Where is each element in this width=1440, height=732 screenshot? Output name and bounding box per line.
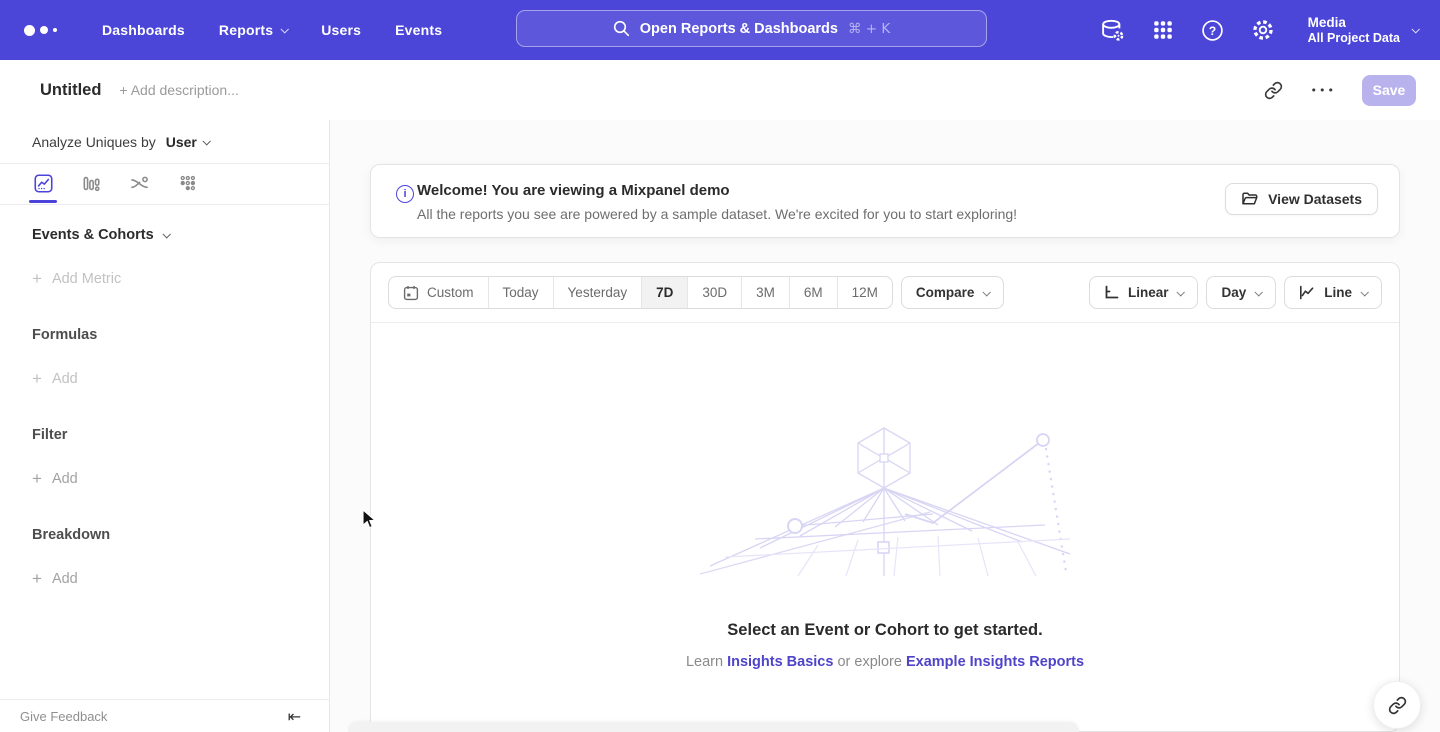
report-description-placeholder[interactable]: + Add description... [119,82,238,98]
range-custom[interactable]: Custom [389,277,488,308]
svg-text:?: ? [1209,23,1216,37]
top-nav: Dashboards Reports Users Events Open Rep… [0,0,1440,60]
report-header: Untitled + Add description... ••• Save [0,60,1440,120]
tab-scatter-chart[interactable] [174,174,200,204]
events-cohorts-section[interactable]: Events & Cohorts [32,227,329,243]
data-management-icon[interactable] [1100,17,1126,43]
chart-type-dropdown[interactable]: Line [1284,276,1382,309]
range-30d[interactable]: 30D [687,277,741,308]
breakdown-section-title: Breakdown [32,527,329,543]
project-scope: All Project Data [1308,31,1400,46]
axes-icon [1104,285,1119,300]
info-icon: i [396,185,414,203]
calendar-icon [403,285,419,301]
compare-dropdown[interactable]: Compare [901,276,1005,309]
scatter-chart-icon [178,174,197,193]
plus-icon: + [32,469,42,489]
plus-icon: + [32,569,42,589]
report-title[interactable]: Untitled [40,81,101,100]
plus-icon: + [32,269,42,289]
insights-report-card: Custom Today Yesterday 7D 30D 3M 6M 12M … [370,262,1400,732]
chevron-down-icon [162,230,170,238]
apps-grid-icon[interactable] [1150,17,1176,43]
empty-state-illustration [700,426,1070,576]
more-options-icon[interactable]: ••• [1311,84,1336,97]
nav-reports[interactable]: Reports [219,22,287,38]
help-icon[interactable]: ? [1200,17,1226,43]
settings-gear-icon[interactable] [1250,17,1276,43]
formulas-section-title: Formulas [32,327,329,343]
range-7d[interactable]: 7D [641,277,687,308]
bottom-panel-edge[interactable] [348,722,1079,732]
empty-state: Select an Event or Cohort to get started… [371,323,1399,670]
add-filter-button[interactable]: + Add [32,469,329,489]
nav-dashboards[interactable]: Dashboards [102,22,185,38]
scale-dropdown[interactable]: Linear [1089,276,1199,309]
folder-icon [1241,190,1259,208]
range-today[interactable]: Today [488,277,553,308]
plus-icon: + [32,369,42,389]
bar-chart-icon [82,174,101,193]
view-datasets-button[interactable]: View Datasets [1225,183,1378,215]
sidebar-footer: Give Feedback ⇤ [0,699,329,732]
project-selector[interactable]: Media All Project Data [1308,14,1418,46]
search-placeholder: Open Reports & Dashboards [640,21,838,37]
range-6m[interactable]: 6M [789,277,837,308]
search-icon [613,20,630,37]
example-insights-reports-link[interactable]: Example Insights Reports [906,654,1084,670]
add-metric-button[interactable]: + Add Metric [32,269,329,289]
nav-users[interactable]: Users [321,22,361,38]
range-3m[interactable]: 3M [741,277,789,308]
mixpanel-logo-icon[interactable] [24,25,68,36]
analyze-prefix: Analyze Uniques by [32,134,156,150]
analyze-by-row: Analyze Uniques by User [0,120,329,163]
interval-dropdown[interactable]: Day [1206,276,1276,309]
tab-bar-chart[interactable] [78,174,104,204]
chevron-down-icon [281,25,289,33]
project-name: Media [1308,14,1400,31]
copy-link-icon[interactable] [1263,79,1285,101]
filter-section-title: Filter [32,427,329,443]
chart-type-tabs [0,163,329,205]
link-icon [1388,696,1407,715]
chevron-down-icon [983,288,991,296]
flow-chart-icon [130,174,149,193]
date-range-selector: Custom Today Yesterday 7D 30D 3M 6M 12M [388,276,893,309]
banner-title: Welcome! You are viewing a Mixpanel demo [417,182,730,199]
welcome-banner: i Welcome! You are viewing a Mixpanel de… [370,164,1400,238]
chevron-down-icon [1411,25,1419,33]
nav-events[interactable]: Events [395,22,442,38]
tab-flow-chart[interactable] [126,174,152,204]
analyze-value-dropdown[interactable]: User [166,134,197,150]
banner-subtitle: All the reports you see are powered by a… [417,206,1017,222]
collapse-sidebar-icon[interactable]: ⇤ [288,707,301,726]
mixpanel-insights-page: Dashboards Reports Users Events Open Rep… [0,0,1440,732]
query-builder-sidebar: Analyze Uniques by User Events [0,120,330,732]
chevron-down-icon [1255,288,1263,296]
search-shortcut: ⌘ + K [848,21,890,37]
global-search-input[interactable]: Open Reports & Dashboards ⌘ + K [516,10,987,47]
chevron-down-icon [1177,288,1185,296]
insights-basics-link[interactable]: Insights Basics [727,654,833,670]
insights-line-chart-icon [34,174,53,193]
range-yesterday[interactable]: Yesterday [553,277,642,308]
tab-line-chart[interactable] [30,174,56,204]
save-button[interactable]: Save [1362,75,1416,106]
empty-state-links: Learn Insights Basics or explore Example… [371,654,1399,670]
give-feedback-link[interactable]: Give Feedback [20,709,107,724]
chart-controls: Custom Today Yesterday 7D 30D 3M 6M 12M … [388,276,1382,309]
chevron-down-icon [1360,288,1368,296]
range-12m[interactable]: 12M [837,277,892,308]
chevron-down-icon [202,137,210,145]
add-breakdown-button[interactable]: + Add [32,569,329,589]
empty-state-title: Select an Event or Cohort to get started… [371,621,1399,640]
line-chart-icon [1299,285,1315,300]
share-link-button[interactable] [1373,681,1421,729]
add-formula-button[interactable]: + Add [32,369,329,389]
